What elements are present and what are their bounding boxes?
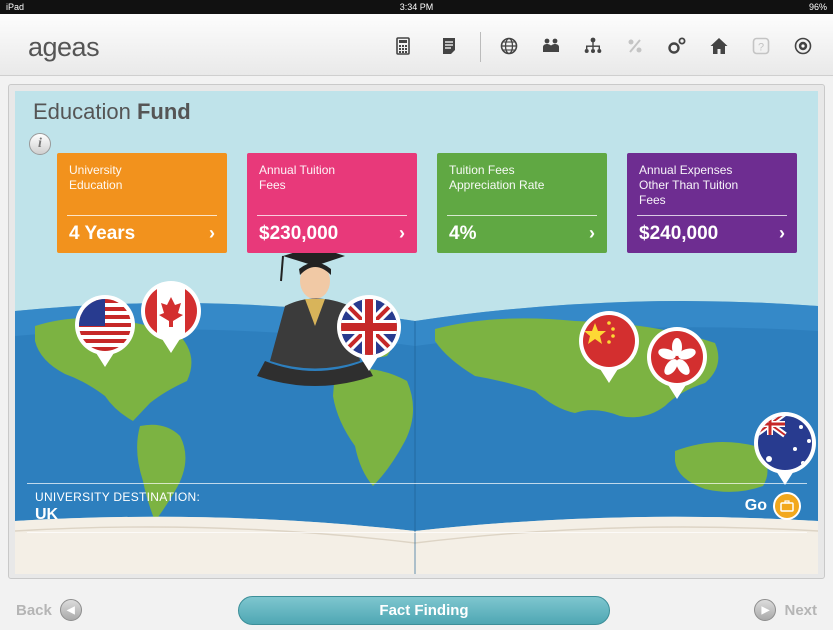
gear-icon[interactable] — [664, 33, 690, 59]
fact-finding-button[interactable]: Fact Finding — [238, 596, 610, 625]
card-label: Tuition Fees Appreciation Rate — [449, 163, 545, 192]
notes-icon[interactable] — [436, 33, 462, 59]
globe-icon[interactable] — [496, 33, 522, 59]
card-divider — [67, 215, 217, 216]
destination-value: UK — [35, 506, 59, 523]
map-scene: Education Fund i University Education 4 … — [15, 91, 818, 574]
chevron-right-icon: › — [399, 223, 405, 243]
education-fund-panel: Education Fund i University Education 4 … — [8, 84, 825, 579]
help-icon[interactable]: ? — [748, 33, 774, 59]
go-label: Go — [744, 497, 767, 514]
page-title: Education Fund — [33, 99, 191, 125]
back-label: Back — [16, 601, 52, 619]
calculator-icon[interactable] — [390, 33, 416, 59]
ageas-logo: ageas — [28, 32, 100, 62]
annual-expenses-card[interactable]: Annual Expenses Other Than Tuition Fees … — [627, 153, 797, 253]
card-label: University Education — [69, 163, 123, 192]
svg-text:?: ? — [758, 42, 764, 54]
go-button[interactable]: Go — [745, 492, 801, 520]
app-header: ageas ? — [0, 14, 833, 76]
page-title-light: Education — [33, 99, 131, 124]
chevron-right-icon: › — [589, 223, 595, 243]
tuition-appreciation-rate-card[interactable]: Tuition Fees Appreciation Rate 4% › — [437, 153, 607, 253]
next-button[interactable]: ▶ Next — [754, 596, 817, 624]
card-value: 4 Years — [69, 223, 136, 244]
org-chart-icon[interactable] — [580, 33, 606, 59]
next-label: Next — [784, 601, 817, 619]
home-icon[interactable] — [706, 33, 732, 59]
power-icon[interactable] — [790, 33, 816, 59]
info-icon[interactable]: i — [29, 133, 51, 155]
university-education-card[interactable]: University Education 4 Years › — [57, 153, 227, 253]
card-label: Annual Expenses Other Than Tuition Fees — [639, 163, 739, 207]
clock: 3:34 PM — [399, 2, 434, 12]
annual-tuition-fees-card[interactable]: Annual Tuition Fees $230,000 › — [247, 153, 417, 253]
card-value: $240,000 — [639, 223, 719, 244]
card-divider — [447, 215, 597, 216]
chevron-right-icon: ▶ — [754, 599, 777, 621]
battery-level: 96% — [808, 2, 827, 12]
back-button[interactable]: Back ◀ — [16, 596, 82, 624]
destination-label: UNIVERSITY DESTINATION: — [35, 490, 201, 504]
briefcase-icon — [773, 492, 801, 520]
university-destination: UNIVERSITY DESTINATION: UK Go — [27, 483, 807, 533]
percent-icon[interactable] — [622, 33, 648, 59]
card-label: Annual Tuition Fees — [259, 163, 336, 192]
chevron-left-icon: ◀ — [59, 599, 82, 621]
toolbar-divider — [480, 32, 481, 62]
card-value: 4% — [449, 223, 477, 244]
chevron-right-icon: › — [209, 223, 215, 243]
chevron-right-icon: › — [779, 223, 785, 243]
app-screen: iPad 3:34 PM 96% ageas ? Education Fund … — [0, 0, 833, 630]
card-divider — [257, 215, 407, 216]
card-divider — [637, 215, 787, 216]
page-title-bold: Fund — [136, 99, 191, 124]
card-value: $230,000 — [259, 223, 339, 244]
family-icon[interactable] — [538, 33, 564, 59]
status-bar: iPad 3:34 PM 96% — [0, 0, 833, 14]
